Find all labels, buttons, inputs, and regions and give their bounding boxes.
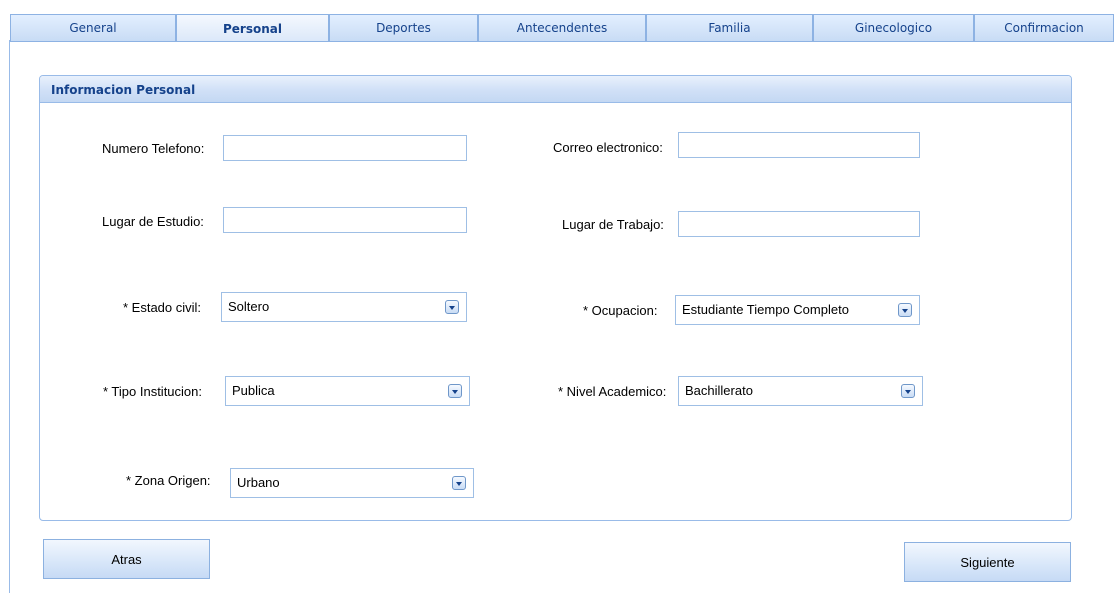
back-button-label: Atras: [111, 551, 142, 567]
ocupacion-value: Estudiante Tiempo Completo: [682, 302, 849, 317]
tab-label: Deportes: [376, 21, 431, 35]
lugar-trabajo-input[interactable]: [678, 211, 920, 237]
tab-label: Ginecologico: [854, 21, 933, 35]
correo-label: Correo electronico:: [553, 140, 663, 155]
nivel-academico-select[interactable]: Bachillerato: [678, 376, 923, 406]
zona-origen-label: * Zona Origen:: [126, 473, 211, 488]
tab-label: Personal: [223, 21, 282, 36]
ocupacion-label: * Ocupacion:: [583, 303, 658, 318]
zona-origen-value: Urbano: [237, 475, 280, 490]
zona-origen-select[interactable]: Urbano: [230, 468, 474, 498]
tab-label: Familia: [708, 21, 751, 35]
back-button[interactable]: Atras: [43, 539, 210, 579]
chevron-down-icon[interactable]: [898, 303, 912, 317]
panel-title: Informacion Personal: [40, 76, 1071, 103]
lugar-trabajo-label: Lugar de Trabajo:: [562, 217, 664, 232]
tab-label: Antecendentes: [516, 21, 608, 35]
ocupacion-select[interactable]: Estudiante Tiempo Completo: [675, 295, 920, 325]
tab-deportes[interactable]: Deportes: [329, 14, 478, 41]
numero-telefono-label: Numero Telefono:: [102, 141, 205, 156]
chevron-down-icon[interactable]: [448, 384, 462, 398]
correo-input[interactable]: [678, 132, 920, 158]
window-left-border: [9, 40, 10, 593]
tab-bar: General Personal Deportes Antecendentes …: [10, 14, 1114, 42]
tab-ginecologico[interactable]: Ginecologico: [813, 14, 974, 41]
estado-civil-label: * Estado civil:: [123, 300, 202, 315]
tab-personal[interactable]: Personal: [176, 14, 329, 42]
chevron-down-icon[interactable]: [445, 300, 459, 314]
lugar-estudio-input[interactable]: [223, 207, 467, 233]
tab-label: Confirmacion: [1004, 21, 1084, 35]
tab-general[interactable]: General: [10, 14, 176, 41]
tab-antecendentes[interactable]: Antecendentes: [478, 14, 646, 41]
next-button[interactable]: Siguiente: [904, 542, 1071, 582]
chevron-down-icon[interactable]: [452, 476, 466, 490]
tab-strip-line: [10, 41, 1114, 42]
tab-confirmacion[interactable]: Confirmacion: [974, 14, 1114, 41]
nivel-academico-label: * Nivel Academico:: [558, 384, 667, 399]
tipo-institucion-value: Publica: [232, 383, 275, 398]
tab-label: General: [69, 21, 117, 35]
numero-telefono-input[interactable]: [223, 135, 467, 161]
estado-civil-select[interactable]: Soltero: [221, 292, 467, 322]
tipo-institucion-label: * Tipo Institucion:: [103, 384, 202, 399]
estado-civil-value: Soltero: [228, 299, 270, 314]
tipo-institucion-select[interactable]: Publica: [225, 376, 470, 406]
lugar-estudio-label: Lugar de Estudio:: [102, 214, 204, 229]
chevron-down-icon[interactable]: [901, 384, 915, 398]
nivel-academico-value: Bachillerato: [685, 383, 753, 398]
tab-familia[interactable]: Familia: [646, 14, 813, 41]
next-button-label: Siguiente: [960, 554, 1015, 570]
